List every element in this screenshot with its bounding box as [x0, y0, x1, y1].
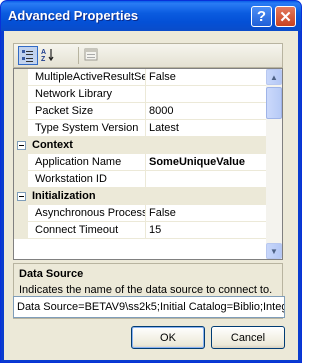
description-title: Data Source — [19, 268, 84, 280]
categorized-button[interactable] — [18, 46, 38, 65]
close-icon: ✕ — [279, 8, 292, 26]
property-name: Type System Version — [28, 120, 146, 137]
property-value[interactable]: 15 — [146, 222, 266, 239]
property-name: Packet Size — [28, 103, 146, 120]
svg-text:Z: Z — [41, 56, 46, 63]
property-name: Asynchronous Process — [28, 205, 146, 222]
ok-button[interactable]: OK — [131, 326, 205, 349]
property-grid-scrollbar[interactable]: ▲ ▼ — [266, 69, 282, 259]
property-row-workstation-id[interactable]: Workstation ID — [14, 171, 266, 188]
scroll-up-button[interactable]: ▲ — [266, 69, 282, 85]
alphabetical-button[interactable]: A Z — [39, 46, 59, 65]
property-row-multipleactiveresultsets[interactable]: MultipleActiveResultSe False — [14, 69, 266, 86]
property-value[interactable]: Latest — [146, 120, 266, 137]
category-context[interactable]: Context — [14, 137, 266, 154]
property-value[interactable]: False — [146, 205, 266, 222]
property-value[interactable]: False — [146, 69, 266, 86]
property-pages-icon — [84, 48, 98, 61]
advanced-properties-dialog: Advanced Properties ? ✕ A Z MultipleActi… — [0, 0, 302, 363]
connection-string-field[interactable]: Data Source=BETAV9\ss2k5;Initial Catalog… — [13, 296, 285, 318]
property-value[interactable] — [146, 171, 266, 188]
property-name: Connect Timeout — [28, 222, 146, 239]
svg-text:A: A — [41, 49, 46, 56]
cancel-button[interactable]: Cancel — [211, 326, 285, 349]
collapse-icon[interactable] — [17, 192, 26, 201]
property-value[interactable] — [146, 86, 266, 103]
cancel-button-label: Cancel — [230, 331, 266, 344]
property-grid-toolbar: A Z — [13, 43, 283, 68]
property-row-type-system-version[interactable]: Type System Version Latest — [14, 120, 266, 137]
property-value[interactable]: 8000 — [146, 103, 266, 120]
alphabetical-icon: A Z — [41, 49, 54, 63]
property-row-asynchronous-processing[interactable]: Asynchronous Process False — [14, 205, 266, 222]
dialog-title: Advanced Properties — [8, 8, 139, 23]
category-label: Context — [32, 139, 73, 151]
scroll-down-button[interactable]: ▼ — [266, 243, 282, 259]
category-label: Initialization — [32, 190, 96, 202]
property-row-network-library[interactable]: Network Library — [14, 86, 266, 103]
property-grid[interactable]: MultipleActiveResultSe False Network Lib… — [13, 68, 283, 260]
title-bar[interactable]: Advanced Properties ? ✕ — [1, 1, 301, 31]
property-row-application-name[interactable]: Application Name SomeUniqueValue — [14, 154, 266, 171]
collapse-icon[interactable] — [17, 141, 26, 150]
chevron-up-icon: ▲ — [270, 72, 278, 82]
help-button[interactable]: ? — [251, 6, 272, 27]
property-name: Workstation ID — [28, 171, 146, 188]
property-name: Application Name — [28, 154, 146, 171]
property-name: Network Library — [28, 86, 146, 103]
help-icon: ? — [256, 8, 267, 25]
category-initialization[interactable]: Initialization — [14, 188, 266, 205]
description-text: Indicates the name of the data source to… — [19, 284, 273, 296]
toolbar-separator — [78, 47, 79, 64]
property-name: MultipleActiveResultSe — [28, 69, 146, 86]
property-row-packet-size[interactable]: Packet Size 8000 — [14, 103, 266, 120]
dialog-client-area: A Z MultipleActiveResultSe False Network… — [4, 31, 298, 360]
chevron-down-icon: ▼ — [270, 246, 278, 256]
property-value[interactable]: SomeUniqueValue — [146, 154, 266, 171]
close-button[interactable]: ✕ — [275, 6, 296, 27]
ok-button-label: OK — [160, 331, 176, 344]
scroll-thumb[interactable] — [266, 87, 282, 119]
categorized-icon — [22, 50, 33, 62]
property-row-connect-timeout[interactable]: Connect Timeout 15 — [14, 222, 266, 239]
property-pages-button[interactable] — [82, 46, 102, 65]
